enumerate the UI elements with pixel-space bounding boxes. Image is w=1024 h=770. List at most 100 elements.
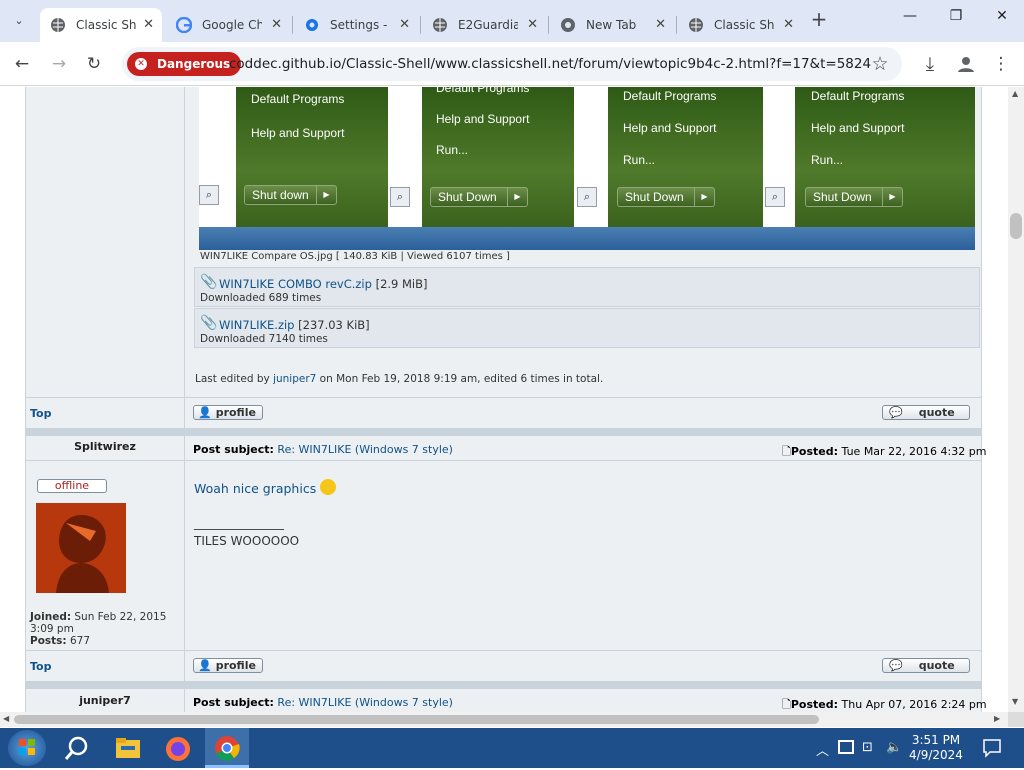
scrollbar-thumb[interactable] [1010,213,1022,239]
search-icon[interactable] [64,736,90,766]
close-tab-icon[interactable]: ✕ [143,17,154,32]
globe-icon [432,17,448,33]
search-icon: ⌕ [390,187,410,207]
search-icon: ⌕ [199,185,219,205]
scroll-left-arrow[interactable]: ◀ [3,714,9,723]
maximize-button[interactable]: ❐ [936,8,976,24]
tab-classic-shell[interactable]: Classic Shell ✕ [678,8,802,42]
tab-strip: ⌄ Classic Shell ✕ Google Chrome ✕ Settin… [0,0,1024,42]
menu-item: Default Programs [251,92,345,106]
close-window-button[interactable]: ✕ [982,8,1022,24]
tab-separator [292,16,293,34]
top-link[interactable]: Top [30,660,51,673]
attachment-row: 📎 WIN7LIKE COMBO revC.zip [2.9 MiB] Down… [194,267,980,307]
reload-button[interactable]: ↻ [83,53,105,75]
laughing-emoji-icon [320,479,337,495]
row-divider [25,650,982,651]
security-badge[interactable]: ✕ Dangerous [127,52,242,76]
tab-google-chrome[interactable]: Google Chrome ✕ [166,8,290,42]
user-icon: 👤 [198,406,212,419]
post-icon: 🗋 [782,698,791,711]
shutdown-button: Shut Down ▶ [430,187,528,207]
action-center-security-icon[interactable] [838,740,854,754]
post-body: Woah nice graphics [194,479,337,496]
google-g-icon [176,17,192,33]
tab-classic-shell-active[interactable]: Classic Shell ✕ [40,8,162,42]
menu-item: Default Programs [436,87,530,95]
row-divider [25,397,982,398]
scroll-up-arrow[interactable]: ▲ [1012,89,1018,98]
start-button-icon[interactable] [8,730,46,766]
new-tab-button[interactable]: + [808,7,830,31]
notifications-icon[interactable] [982,738,1002,762]
tab-separator [548,16,549,34]
tab-settings[interactable]: Settings - ✕ [294,8,418,42]
joined-info: Joined: Sun Feb 22, 2015 3:09 pm [30,611,167,635]
back-button[interactable]: ← [11,53,33,75]
post-subject: Post subject: Re: WIN7LIKE (Windows 7 st… [193,443,453,456]
menu-item: Default Programs [623,89,717,103]
volume-muted-icon[interactable]: 🔈 [886,740,902,755]
scroll-right-arrow[interactable]: ▶ [994,714,1000,723]
attachment-downloads: Downloaded 689 times [200,292,322,304]
close-tab-icon[interactable]: ✕ [527,17,538,32]
post-author[interactable]: Splitwirez [25,440,185,453]
clock[interactable]: 3:51 PM 4/9/2024 [906,733,966,763]
address-bar[interactable]: ✕ Dangerous coddec.github.io/Classic-She… [122,47,902,81]
tab-new-tab[interactable]: New Tab ✕ [550,8,674,42]
quote-button[interactable]: 💬 quote [882,405,970,420]
download-icon[interactable]: ⤓ [919,53,941,75]
post-author[interactable]: juniper7 [25,694,185,707]
windows-taskbar: ︿ ⊡ 🔈 3:51 PM 4/9/2024 [0,728,1024,768]
vertical-scrollbar[interactable]: ▲ ▼ [1008,87,1024,712]
edit-note-user-link[interactable]: juniper7 [273,373,316,385]
menu-item: Help and Support [811,121,905,135]
scrollbar-thumb[interactable] [14,715,819,724]
profile-button[interactable]: 👤 profile [193,405,263,420]
page-content: Default Programs Help and Support ⌕ Shut… [0,87,1008,712]
chrome-icon [215,736,240,761]
url-text[interactable]: coddec.github.io/Classic-Shell/www.class… [229,56,871,72]
minimize-button[interactable]: — [890,8,930,24]
forward-button[interactable]: → [48,53,70,75]
tab-search-button[interactable]: ⌄ [8,9,30,31]
scroll-down-arrow[interactable]: ▼ [1012,697,1018,706]
close-tab-icon[interactable]: ✕ [655,17,666,32]
security-badge-label: Dangerous [157,57,231,71]
profile-avatar-icon[interactable] [955,53,977,75]
tab-title: Settings - [330,18,388,32]
chrome-menu-icon[interactable]: ⋮ [990,53,1012,75]
post-icon: 🗋 [782,445,791,458]
menu-item: Help and Support [623,121,717,135]
firefox-icon[interactable] [165,736,191,766]
edit-note: Last edited by juniper7 on Mon Feb 19, 2… [195,373,604,385]
attachment-link[interactable]: WIN7LIKE.zip [219,318,294,332]
post-subject: Post subject: Re: WIN7LIKE (Windows 7 st… [193,696,453,709]
menu-item: Help and Support [251,126,345,140]
file-explorer-icon[interactable] [115,737,141,763]
bookmark-star-icon[interactable]: ☆ [869,53,891,75]
show-hidden-icons-chevron-icon[interactable]: ︿ [816,740,829,759]
horizontal-scrollbar[interactable]: ◀ ▶ [0,712,1008,727]
attached-screenshot-image[interactable]: Default Programs Help and Support ⌕ Shut… [199,87,975,250]
tab-title: Classic Shell [714,18,774,32]
quote-button[interactable]: 💬 quote [882,658,970,673]
tab-e2guardian[interactable]: E2Guardian ✕ [422,8,546,42]
chrome-taskbar-button[interactable] [205,728,249,768]
attachment-size: [2.9 MiB] [375,277,428,291]
close-tab-icon[interactable]: ✕ [271,17,282,32]
tab-title: New Tab [586,18,637,32]
user-icon: 👤 [198,659,212,672]
network-icon[interactable]: ⊡ [862,740,873,755]
close-tab-icon[interactable]: ✕ [783,17,794,32]
profile-button[interactable]: 👤 profile [193,658,263,673]
browser-toolbar: ← → ↻ ✕ Dangerous coddec.github.io/Class… [0,42,1024,86]
posts-count: Posts: 677 [30,635,91,647]
image-caption: WIN7LIKE Compare OS.jpg [ 140.83 KiB | V… [200,251,510,262]
attachment-link[interactable]: WIN7LIKE COMBO revC.zip [219,277,372,291]
column-divider [184,87,185,712]
top-link[interactable]: Top [30,407,51,420]
offline-status-badge: offline [37,479,107,493]
close-tab-icon[interactable]: ✕ [399,17,410,32]
globe-icon [50,17,66,33]
